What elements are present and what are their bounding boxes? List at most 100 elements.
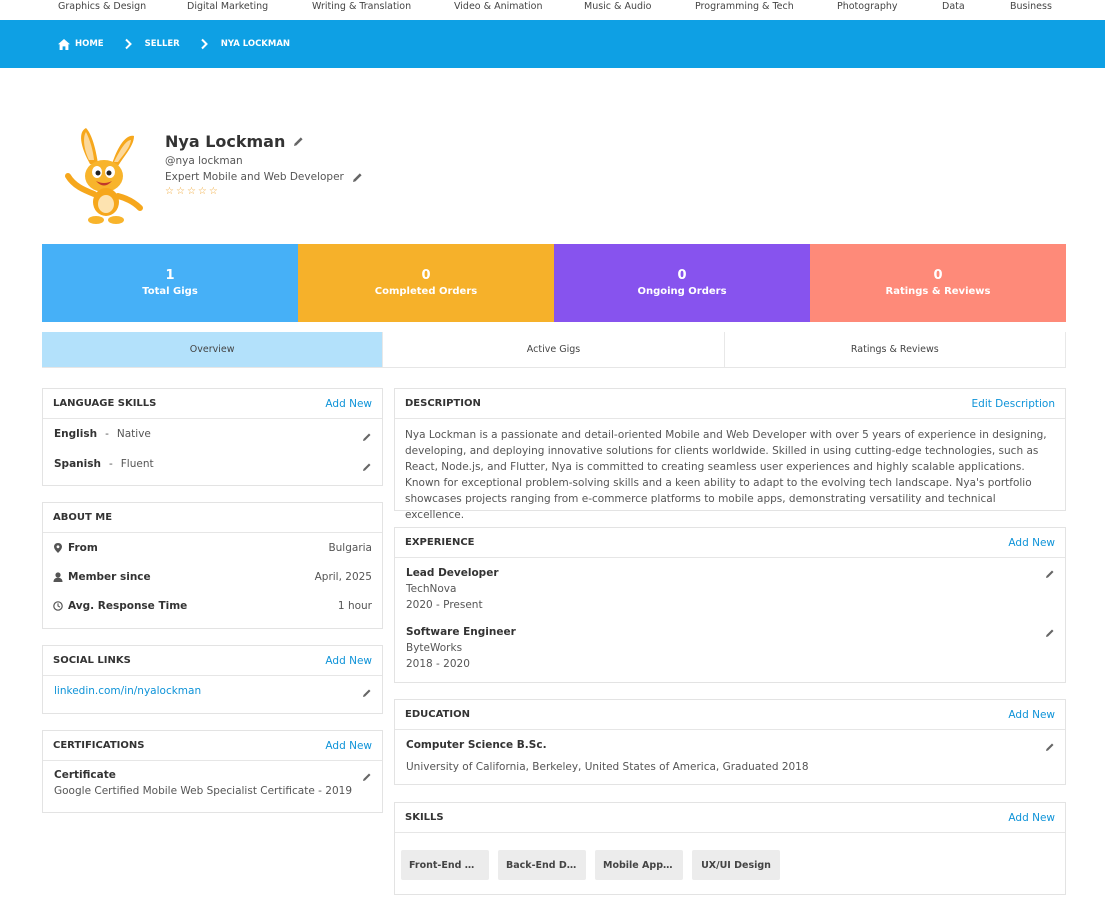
add-social-link-button[interactable]: Add New <box>325 655 372 667</box>
add-skill-button[interactable]: Add New <box>1008 812 1055 824</box>
map-marker-icon <box>54 543 62 553</box>
tab-overview[interactable]: Overview <box>42 332 384 367</box>
star-icon: ☆ <box>186 186 196 197</box>
experience-role: Software Engineer <box>406 626 516 638</box>
experience-period: 2018 - 2020 <box>406 658 470 670</box>
certification-title: Certificate <box>54 769 116 781</box>
social-link[interactable]: linkedin.com/in/nyalockman <box>54 685 201 697</box>
category-data[interactable]: Data <box>942 1 965 12</box>
card-title: ABOUT ME <box>53 512 113 523</box>
about-row-member-since: Member since April, 2025 <box>53 571 372 583</box>
add-experience-button[interactable]: Add New <box>1008 537 1055 549</box>
home-icon <box>58 38 70 50</box>
card-title: SKILLS <box>405 812 444 823</box>
avatar <box>65 128 143 224</box>
category-programming-tech[interactable]: Programming & Tech <box>695 1 794 12</box>
stat-label: Total Gigs <box>142 286 198 297</box>
card-title: EXPERIENCE <box>405 537 475 548</box>
skills-card: SKILLS Add New Front-End Development Bac… <box>394 802 1066 895</box>
edit-description-button[interactable]: Edit Description <box>972 398 1055 410</box>
category-nav: Graphics & Design Digital Marketing Writ… <box>0 0 1105 20</box>
tab-active-gigs[interactable]: Active Gigs <box>383 332 725 367</box>
edit-pencil-icon[interactable] <box>362 688 372 698</box>
breadcrumb: HOME SELLER NYA LOCKMAN <box>58 38 290 50</box>
language-level: Native <box>116 428 151 440</box>
stat-value: 0 <box>933 268 943 283</box>
breadcrumb-bar: HOME SELLER NYA LOCKMAN <box>0 20 1105 68</box>
about-me-card: ABOUT ME From Bulgaria Member since Apri… <box>42 502 383 629</box>
card-title: EDUCATION <box>405 709 470 720</box>
separator: - <box>108 458 113 470</box>
profile-tabs: Overview Active Gigs Ratings & Reviews <box>42 332 1066 368</box>
certification-detail: Google Certified Mobile Web Specialist C… <box>54 785 352 797</box>
add-education-button[interactable]: Add New <box>1008 709 1055 721</box>
edit-name-pencil-icon[interactable] <box>293 136 304 147</box>
experience-item: Lead Developer TechNova 2020 - Present <box>406 565 499 613</box>
stat-completed-orders: 0 Completed Orders <box>298 244 554 322</box>
stat-label: Ratings & Reviews <box>885 286 991 297</box>
education-detail: University of California, Berkeley, Unit… <box>406 761 809 773</box>
card-title: CERTIFICATIONS <box>53 740 145 751</box>
edit-pencil-icon[interactable] <box>1045 569 1055 579</box>
add-language-button[interactable]: Add New <box>325 398 372 410</box>
edit-pencil-icon[interactable] <box>362 772 372 782</box>
skill-tag[interactable]: Front-End Development <box>401 850 489 880</box>
breadcrumb-current: NYA LOCKMAN <box>220 39 291 49</box>
star-icon: ☆ <box>165 186 174 197</box>
experience-role: Lead Developer <box>406 567 499 579</box>
stat-value: 1 <box>165 268 175 283</box>
about-row-from: From Bulgaria <box>53 542 372 554</box>
certifications-card: CERTIFICATIONS Add New Certificate Googl… <box>42 730 383 813</box>
tab-ratings-reviews[interactable]: Ratings & Reviews <box>725 332 1066 367</box>
category-music-audio[interactable]: Music & Audio <box>584 1 651 12</box>
stat-ongoing-orders: 0 Ongoing Orders <box>554 244 810 322</box>
breadcrumb-home-label: HOME <box>75 39 104 49</box>
card-title: DESCRIPTION <box>405 398 481 409</box>
skill-label: UX/UI Design <box>701 859 771 871</box>
edit-pencil-icon[interactable] <box>362 432 372 442</box>
add-certification-button[interactable]: Add New <box>325 740 372 752</box>
chevron-right-icon <box>124 38 132 50</box>
category-graphics-design[interactable]: Graphics & Design <box>58 1 146 12</box>
skill-tag[interactable]: UX/UI Design <box>692 850 780 880</box>
stat-label: Ongoing Orders <box>637 286 727 297</box>
category-writing-translation[interactable]: Writing & Translation <box>312 1 411 12</box>
profile-name-row: Nya Lockman <box>165 132 304 151</box>
skill-label: Mobile App Development <box>603 859 675 871</box>
edit-pencil-icon[interactable] <box>1045 628 1055 638</box>
chevron-right-icon <box>201 38 208 50</box>
category-photography[interactable]: Photography <box>837 1 898 12</box>
profile-name: Nya Lockman <box>165 132 286 151</box>
stat-label: Completed Orders <box>374 286 478 297</box>
education-degree: Computer Science B.Sc. <box>406 739 547 751</box>
about-value: April, 2025 <box>314 571 372 583</box>
edit-pencil-icon[interactable] <box>1045 742 1055 752</box>
stat-ratings-reviews: 0 Ratings & Reviews <box>810 244 1066 322</box>
description-card: DESCRIPTION Edit Description Nya Lockman… <box>394 388 1066 521</box>
language-item: English - Native <box>54 428 151 440</box>
user-icon <box>53 572 63 582</box>
about-value: 1 hour <box>337 600 372 612</box>
description-text: Nya Lockman is a passionate and detail-o… <box>405 429 1047 521</box>
about-row-response-time: Avg. Response Time 1 hour <box>53 600 372 612</box>
category-digital-marketing[interactable]: Digital Marketing <box>187 1 268 12</box>
stat-total-gigs: 1 Total Gigs <box>42 244 298 322</box>
about-label: Avg. Response Time <box>68 600 188 612</box>
card-title: SOCIAL LINKS <box>53 655 131 666</box>
star-icon: ☆ <box>175 186 185 197</box>
stat-value: 0 <box>677 268 687 283</box>
about-label: Member since <box>68 571 151 583</box>
skill-tag[interactable]: Back-End Development <box>498 850 586 880</box>
language-item: Spanish - Fluent <box>54 458 154 470</box>
separator: - <box>105 428 109 440</box>
star-icon: ☆ <box>208 186 218 197</box>
category-video-animation[interactable]: Video & Animation <box>454 1 543 12</box>
breadcrumb-seller[interactable]: SELLER <box>145 39 180 49</box>
category-business[interactable]: Business <box>1010 1 1052 12</box>
star-icon: ☆ <box>197 186 207 197</box>
stat-value: 0 <box>421 268 431 283</box>
skill-tag[interactable]: Mobile App Development <box>595 850 683 880</box>
edit-pencil-icon[interactable] <box>362 462 372 472</box>
breadcrumb-home[interactable]: HOME <box>58 38 104 50</box>
edit-tagline-pencil-icon[interactable] <box>352 172 363 183</box>
